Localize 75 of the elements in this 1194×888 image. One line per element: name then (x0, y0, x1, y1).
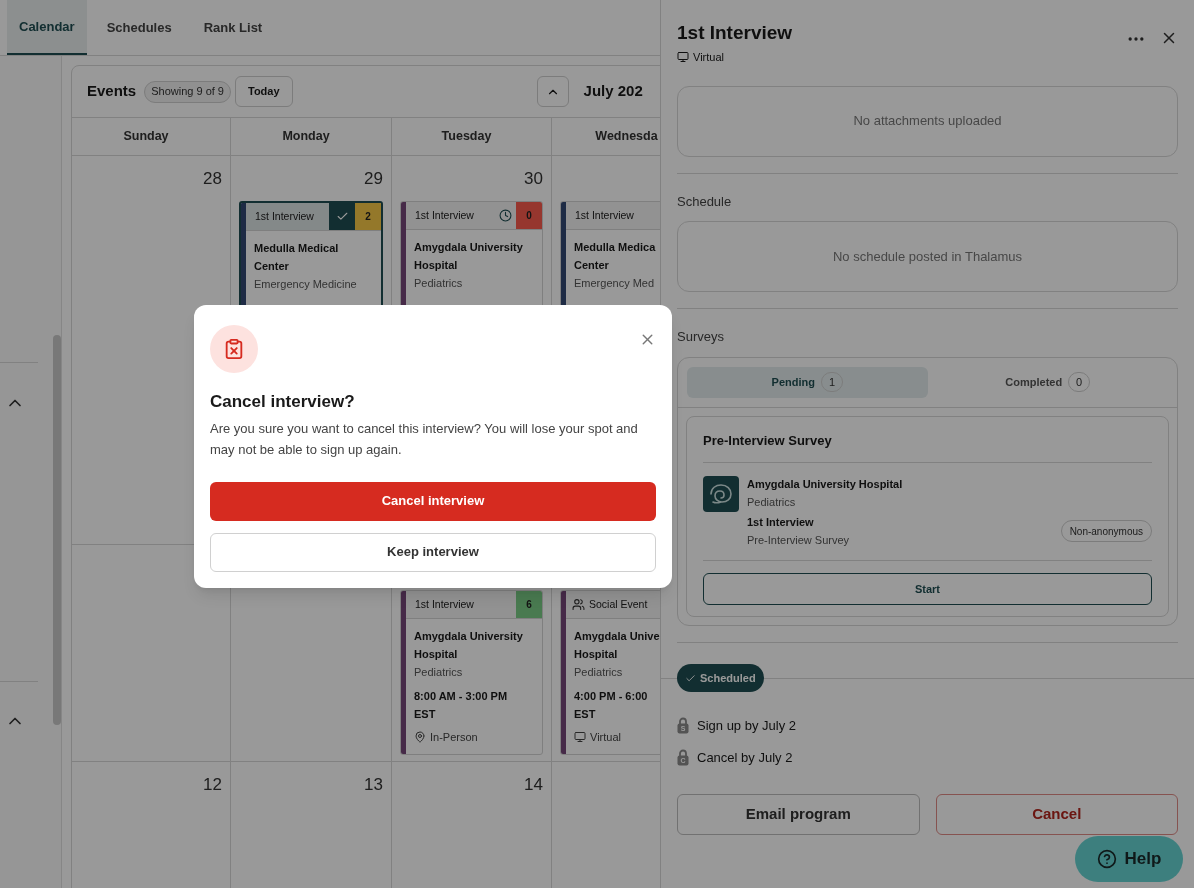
event-type: 1st Interview (415, 596, 474, 612)
count-badge: 2 (355, 203, 381, 230)
event-title: Hospital (414, 647, 459, 662)
event-time: 4:00 PM - 6:00 (574, 689, 649, 704)
spiral-logo (703, 476, 739, 512)
panel-title: 1st Interview (677, 21, 794, 45)
today-button[interactable]: Today (235, 76, 293, 107)
format-label: Virtual (693, 50, 724, 65)
event-time: EST (574, 707, 597, 722)
help-button[interactable]: Help (1075, 836, 1183, 882)
event-department: Pediatrics (414, 276, 464, 291)
event-title: Amygdala University (414, 240, 524, 255)
event-title: Amygdala Unive (574, 629, 660, 644)
keep-button[interactable]: Keep interview (210, 532, 656, 572)
event-title: Amygdala University (414, 629, 524, 644)
count-badge: 0 (516, 202, 542, 229)
cancel-button[interactable]: Cancel (935, 794, 1178, 835)
section-heading: Schedule (677, 192, 733, 211)
tab[interactable]: Calendar (7, 0, 87, 55)
help-icon (1096, 849, 1117, 869)
month-label: July 202 (583, 81, 643, 102)
weekday-label: Sunday (123, 128, 169, 146)
section-heading: Surveys (677, 328, 725, 346)
event-department: Emergency Medicine (254, 277, 358, 292)
program-name: Amygdala University Hospital (747, 477, 904, 492)
event-type: Social Event (589, 596, 648, 612)
tab[interactable]: Schedules (94, 0, 184, 55)
event-type: 1st Interview (575, 207, 634, 223)
event-card[interactable]: 1st Interview 6 Amygdala University Hospital Pediatrics 8:00 AM - 3:00 PM EST In-Person (400, 590, 543, 755)
start-button[interactable]: Start (703, 573, 1152, 605)
date-number: 30 (524, 168, 543, 190)
event-title: Hospital (414, 258, 459, 273)
count-badge: 6 (516, 591, 542, 618)
survey-tab[interactable]: Pending 1 (687, 366, 928, 398)
clipboard-x-icon (210, 325, 258, 373)
event-title: Hospital (574, 647, 619, 662)
date-number: 12 (203, 774, 222, 796)
weekday-label: Tuesday (441, 128, 492, 146)
event-department: Pediatrics (414, 665, 464, 680)
deadline-text: Cancel by July 2 (697, 748, 793, 767)
tab[interactable]: Rank List (191, 0, 275, 55)
schedule-box: No schedule posted in Thalamus (677, 221, 1178, 292)
weekday-label: Monday (282, 128, 330, 146)
program-department: Pediatrics (747, 495, 797, 510)
survey-title: Pre-Interview Survey (703, 431, 833, 450)
dialog-message: Are you sure you want to cancel this interview? You will lose your spot and may not be able to sign up again. (210, 419, 639, 459)
event-title: Center (254, 259, 290, 274)
scrollbar[interactable] (53, 335, 61, 725)
email-button[interactable]: Email program (677, 794, 920, 835)
survey-event: 1st Interview (747, 515, 815, 530)
weekday-label: Wednesda (595, 128, 658, 146)
date-number: 29 (364, 168, 383, 190)
event-type: 1st Interview (415, 207, 474, 223)
confirm-cancel-button[interactable]: Cancel interview (210, 481, 656, 521)
event-title: Medulla Medical (254, 241, 340, 256)
events-heading: Events (87, 81, 137, 102)
event-card[interactable]: Social Event Amygdala Unive Hospital Pediatrics 4:00 PM - 6:00 EST Virtual (560, 590, 660, 755)
event-title: Medulla Medica (574, 240, 657, 255)
status-badge: Scheduled (677, 664, 764, 692)
event-location: In-Person (430, 730, 478, 745)
date-number: 13 (364, 774, 383, 796)
deadline-text: Sign up by July 2 (697, 717, 796, 735)
event-time: 8:00 AM - 3:00 PM (414, 689, 509, 704)
survey-tab[interactable]: Completed 0 (927, 366, 1168, 398)
date-number: 28 (203, 168, 222, 190)
count-pill: Showing 9 of 9 (144, 80, 231, 103)
event-type: 1st Interview (255, 208, 314, 224)
event-title: Center (574, 258, 610, 273)
date-number: 14 (524, 774, 543, 796)
event-department: Pediatrics (574, 665, 624, 680)
event-location: Virtual (590, 730, 621, 745)
event-department: Emergency Med (574, 276, 656, 291)
attachments-box: No attachments uploaded (677, 85, 1178, 157)
event-time: EST (414, 707, 437, 722)
survey-name: Pre-Interview Survey (747, 533, 851, 548)
